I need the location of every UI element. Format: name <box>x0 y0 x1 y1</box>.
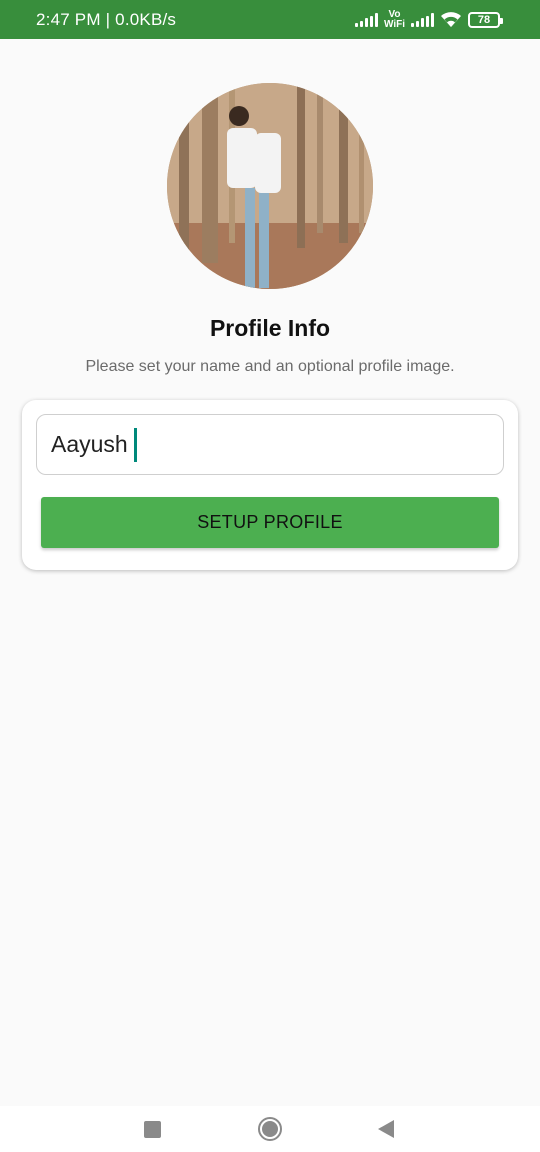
recents-button[interactable] <box>122 1106 182 1152</box>
setup-profile-button[interactable]: SETUP PROFILE <box>41 497 499 548</box>
status-icons: Vo WiFi 78 <box>354 8 503 30</box>
vo-label: Vo <box>388 8 401 20</box>
system-nav-bar <box>0 1106 540 1152</box>
wifi-icon <box>441 11 461 27</box>
wifi-label: WiFi <box>383 18 405 30</box>
profile-avatar[interactable] <box>167 83 373 289</box>
page-subtitle: Please set your name and an optional pro… <box>85 358 455 375</box>
battery-icon: 78 <box>468 11 503 28</box>
name-input[interactable]: Aayush <box>36 414 504 475</box>
battery-level: 78 <box>477 13 491 26</box>
back-triangle-icon <box>378 1120 394 1138</box>
recents-square-icon <box>143 1120 161 1138</box>
text-cursor <box>133 427 137 462</box>
status-bar: 2:47 PM | 0.0KB/s Vo WiFi 78 <box>0 0 540 39</box>
vowifi-indicator: Vo WiFi <box>383 8 405 30</box>
status-time: 2:47 PM | 0.0KB/s <box>36 9 177 29</box>
profile-form-card: Aayush SETUP PROFILE <box>22 400 518 570</box>
profile-photo <box>167 83 373 289</box>
name-input-value[interactable]: Aayush <box>51 431 128 458</box>
page-title: Profile Info <box>209 315 331 341</box>
signal-icon <box>354 12 378 27</box>
home-button[interactable] <box>240 1106 300 1152</box>
signal-icon <box>411 12 434 27</box>
home-circle-icon <box>258 1117 282 1141</box>
back-button[interactable] <box>356 1106 416 1152</box>
